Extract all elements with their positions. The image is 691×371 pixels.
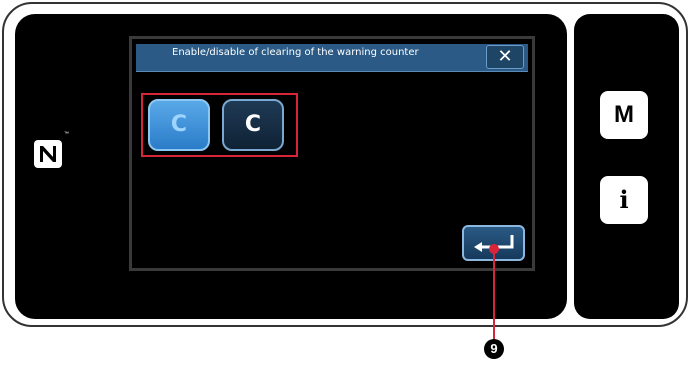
side-panel [574,14,679,319]
info-button[interactable]: i [600,176,648,224]
nfc-icon [34,140,62,168]
callout-badge: 9 [484,339,504,359]
callout-dot [489,244,499,254]
enable-clear-label: C [170,112,188,137]
enable-clear-button[interactable]: C [148,99,210,151]
close-button[interactable]: ✕ [486,45,524,69]
dialog-title: Enable/disable of clearing of the warnin… [172,47,419,58]
callout-line [493,248,495,340]
trademark-icon: ™ [64,131,69,137]
dialog-title-bar: Enable/disable of clearing of the warnin… [136,44,528,72]
m-button[interactable]: M [600,91,648,139]
disable-clear-label: C [244,112,262,137]
disable-clear-button[interactable]: C [222,99,284,151]
